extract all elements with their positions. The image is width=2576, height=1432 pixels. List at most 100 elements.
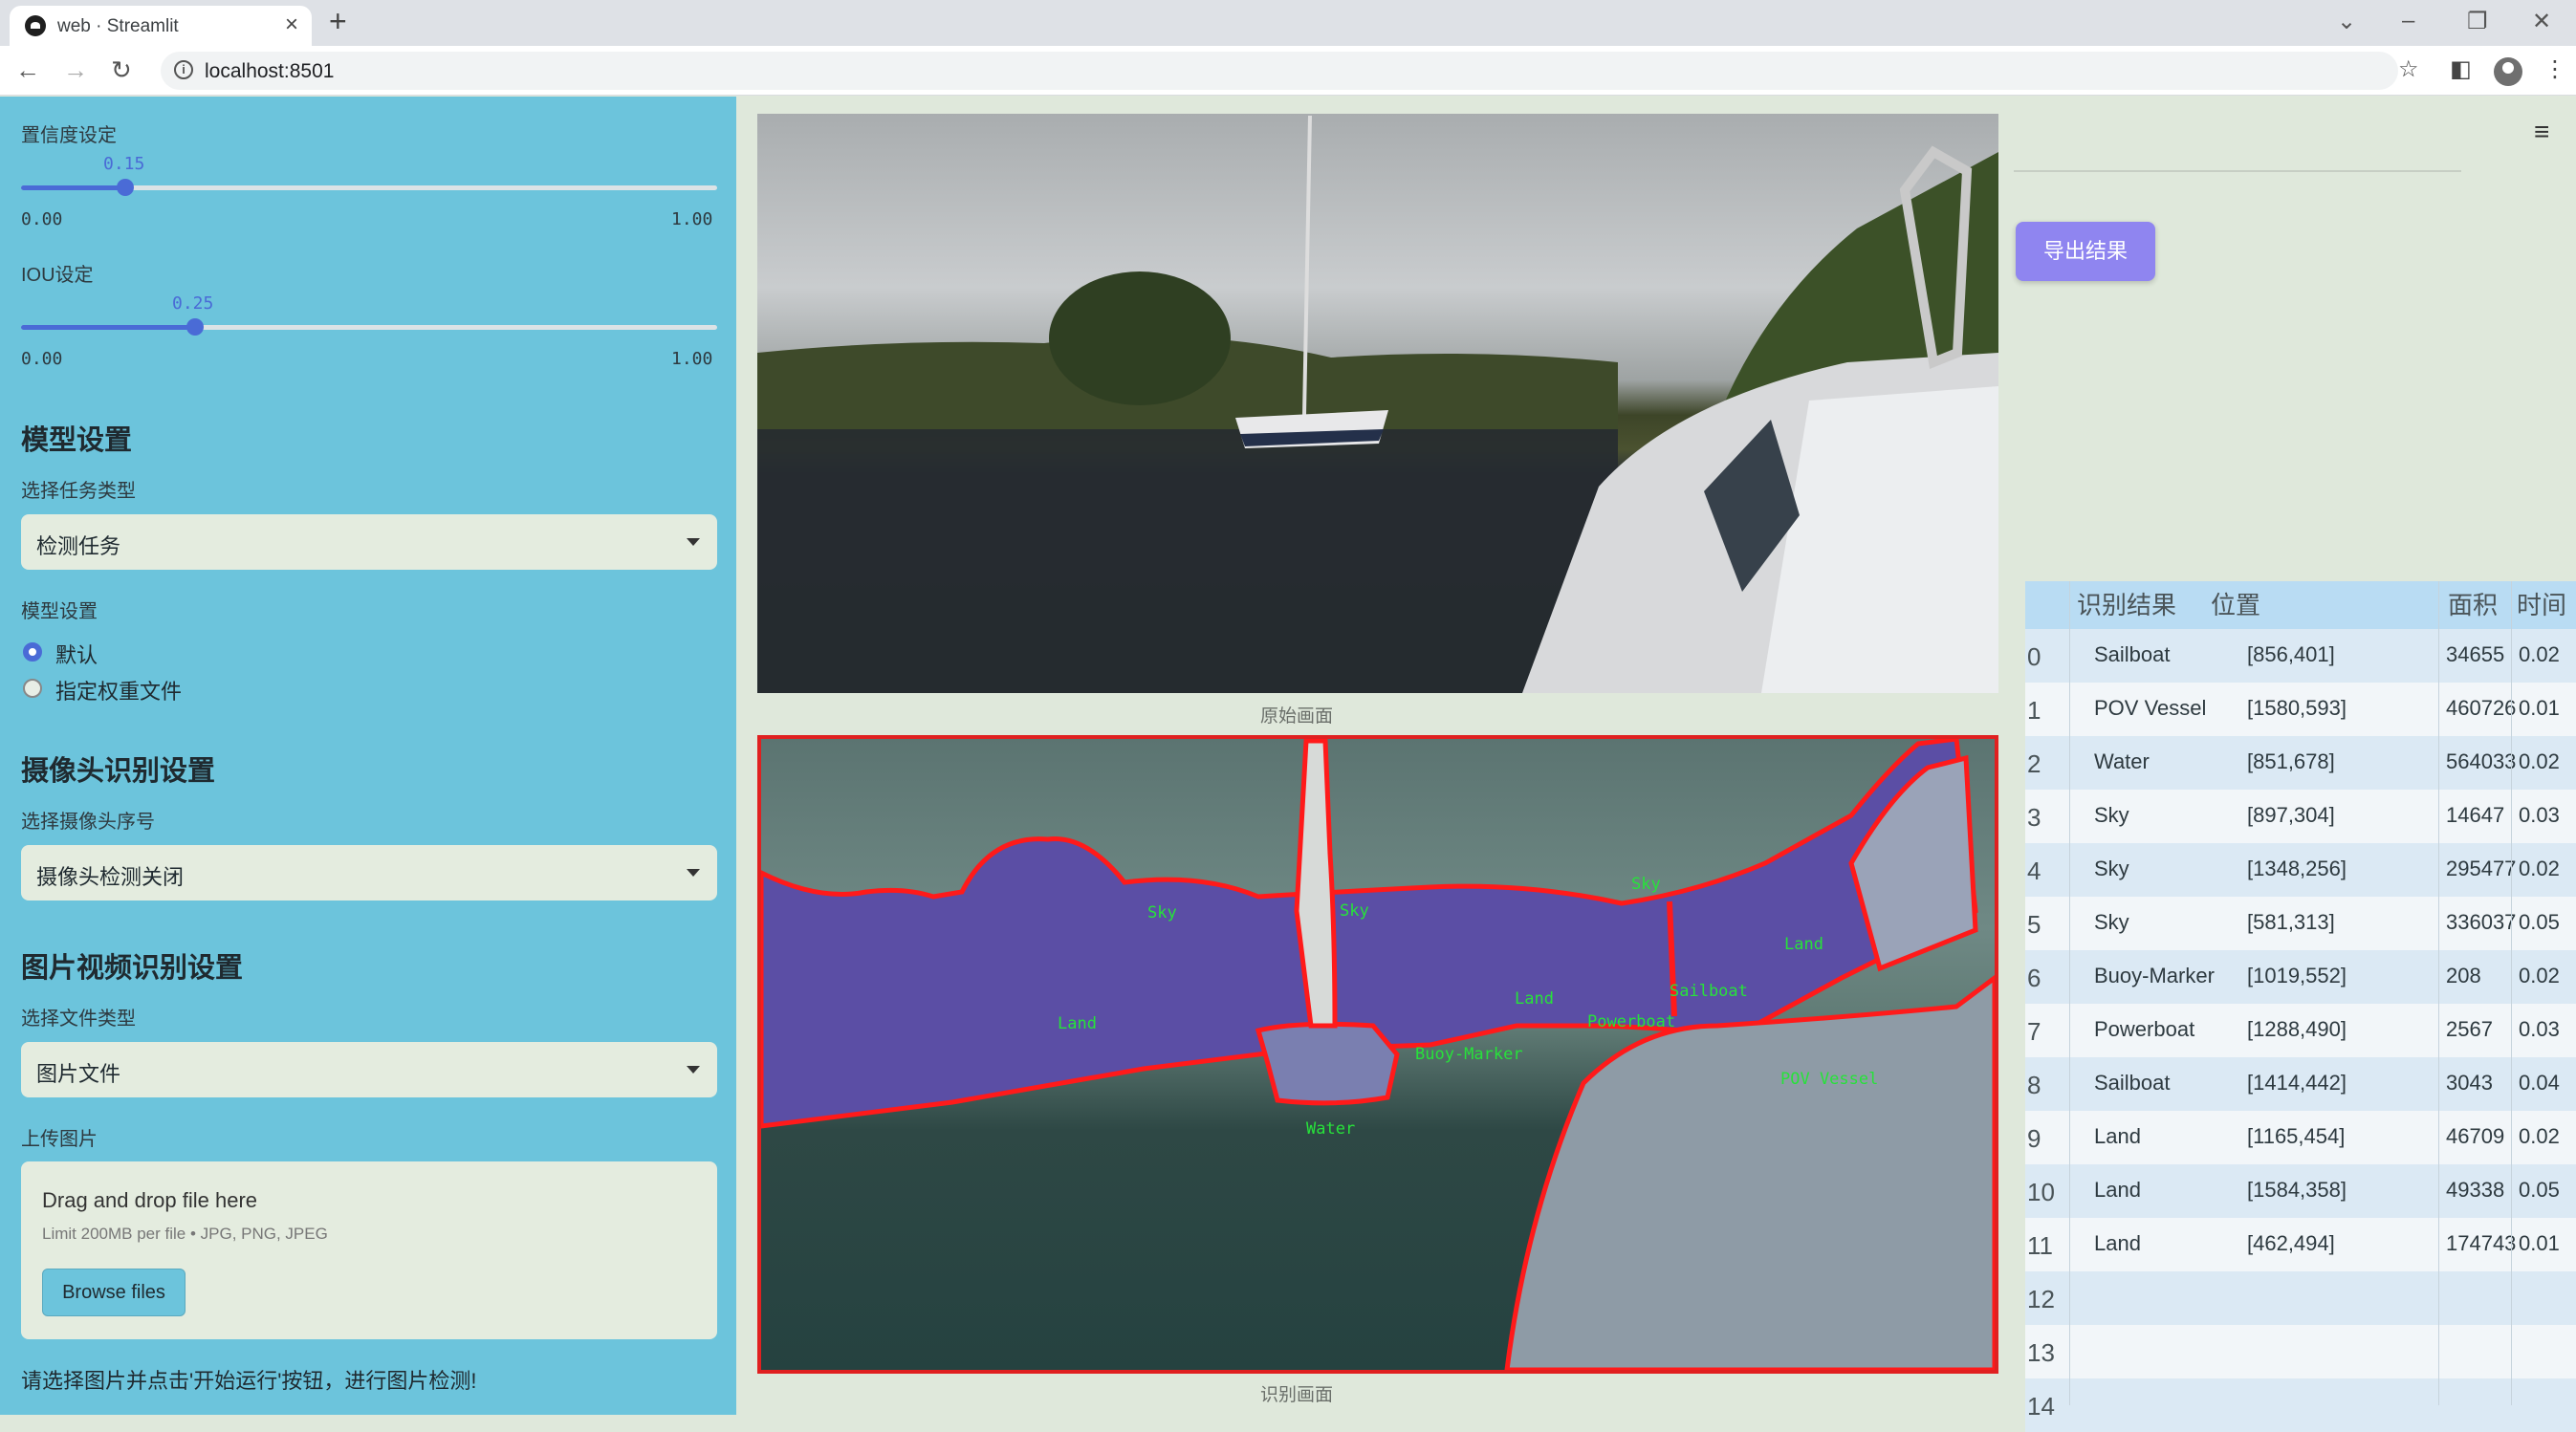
original-image — [757, 114, 1998, 693]
header-result[interactable]: 识别结果 — [2077, 581, 2176, 629]
camera-index-value: 摄像头检测关闭 — [36, 865, 185, 889]
restore-icon[interactable]: ❐ — [2467, 8, 2488, 35]
iou-value: 0.25 — [172, 293, 214, 314]
row-index: 9 — [2027, 1124, 2041, 1153]
radio-default-label: 默认 — [55, 643, 98, 667]
seg-label-land-2: Land — [1515, 989, 1554, 1009]
cell-area: 174743 — [2446, 1231, 2517, 1255]
cell-time: 0.02 — [2519, 1124, 2560, 1148]
url-field[interactable]: i localhost:8501 ☆ — [161, 52, 2419, 90]
seg-label-powerboat: Powerboat — [1587, 1012, 1676, 1031]
cell-result: Sailboat — [2094, 642, 2171, 666]
header-time[interactable]: 时间 — [2517, 581, 2566, 629]
camera-index-select[interactable]: 摄像头检测关闭 — [21, 845, 717, 900]
side-panel-icon[interactable]: ◧ — [2450, 55, 2472, 83]
hamburger-menu-icon[interactable]: ≡ — [2534, 117, 2549, 147]
camera-heading: 摄像头识别设置 — [21, 756, 216, 787]
detection-image: Sky Sky Sky Land Land Land Sailboat Powe… — [757, 735, 1998, 1374]
cell-result: Land — [2094, 1178, 2141, 1202]
table-row[interactable]: 2 Water [851,678] 564033 0.02 — [2025, 736, 2576, 790]
cell-position: [1414,442] — [2247, 1071, 2347, 1095]
table-row[interactable]: 11 Land [462,494] 174743 0.01 — [2025, 1218, 2576, 1271]
cell-result: Sailboat — [2094, 1071, 2171, 1095]
cell-result: POV Vessel — [2094, 696, 2207, 720]
table-row[interactable]: 10 Land [1584,358] 49338 0.05 — [2025, 1164, 2576, 1218]
iou-slider[interactable] — [21, 318, 717, 336]
tab-search-chevron-icon[interactable]: ⌄ — [2337, 8, 2356, 35]
cell-position: [1288,490] — [2247, 1017, 2347, 1041]
cell-time: 0.02 — [2519, 749, 2560, 773]
forward-icon[interactable]: → — [63, 55, 88, 85]
upload-label: 上传图片 — [21, 1129, 98, 1150]
task-type-value: 检测任务 — [36, 534, 121, 558]
table-row[interactable]: 14 — [2025, 1378, 2576, 1432]
minimize-icon[interactable]: – — [2402, 8, 2414, 34]
confidence-slider[interactable] — [21, 179, 717, 196]
browser-tab-bar: web · Streamlit × + ⌄ – ❐ ✕ — [0, 0, 2576, 46]
model-setting-label: 模型设置 — [21, 601, 98, 622]
row-index: 1 — [2027, 696, 2041, 725]
column-divider — [2069, 581, 2070, 1405]
row-index: 11 — [2027, 1231, 2053, 1260]
reload-icon[interactable]: ↻ — [111, 55, 132, 85]
radio-default[interactable] — [23, 642, 42, 662]
iou-min: 0.00 — [21, 349, 63, 369]
table-row[interactable]: 12 — [2025, 1271, 2576, 1325]
table-row[interactable]: 0 Sailboat [856,401] 34655 0.02 — [2025, 629, 2576, 683]
file-type-select[interactable]: 图片文件 — [21, 1042, 717, 1097]
browse-files-button[interactable]: Browse files — [42, 1269, 186, 1316]
cell-area: 295477 — [2446, 857, 2517, 880]
cell-position: [1348,256] — [2247, 857, 2347, 880]
table-row[interactable]: 13 — [2025, 1325, 2576, 1378]
profile-avatar-icon[interactable] — [2494, 57, 2522, 86]
cell-position: [856,401] — [2247, 642, 2335, 666]
export-results-button[interactable]: 导出结果 — [2016, 222, 2155, 281]
cell-result: Sky — [2094, 910, 2129, 934]
iou-slider-fill — [21, 325, 195, 330]
row-index: 4 — [2027, 857, 2041, 885]
tab-close-icon[interactable]: × — [285, 11, 298, 38]
table-row[interactable]: 6 Buoy-Marker [1019,552] 208 0.02 — [2025, 950, 2576, 1004]
iou-slider-thumb[interactable] — [186, 318, 204, 336]
table-row[interactable]: 8 Sailboat [1414,442] 3043 0.04 — [2025, 1057, 2576, 1111]
seg-label-buoy-marker: Buoy-Marker — [1415, 1045, 1523, 1064]
table-row[interactable]: 7 Powerboat [1288,490] 2567 0.03 — [2025, 1004, 2576, 1057]
back-icon[interactable]: ← — [15, 55, 40, 85]
dropzone-title: Drag and drop file here — [42, 1188, 258, 1212]
table-row[interactable]: 1 POV Vessel [1580,593] 460726 0.01 — [2025, 683, 2576, 736]
row-index: 12 — [2027, 1285, 2055, 1313]
browser-tab[interactable]: web · Streamlit × — [10, 6, 312, 46]
task-type-select[interactable]: 检测任务 — [21, 514, 717, 570]
tab-title: web · Streamlit — [57, 16, 179, 36]
header-position[interactable]: 位置 — [2211, 581, 2260, 629]
cell-position: [581,313] — [2247, 910, 2335, 934]
cell-area: 336037 — [2446, 910, 2517, 934]
file-dropzone[interactable]: Drag and drop file here Limit 200MB per … — [21, 1161, 717, 1339]
table-row[interactable]: 5 Sky [581,313] 336037 0.05 — [2025, 897, 2576, 950]
table-row[interactable]: 9 Land [1165,454] 46709 0.02 — [2025, 1111, 2576, 1164]
new-tab-icon[interactable]: + — [329, 4, 347, 39]
file-type-value: 图片文件 — [36, 1062, 121, 1086]
confidence-slider-thumb[interactable] — [117, 179, 135, 196]
header-area[interactable]: 面积 — [2448, 581, 2498, 629]
instruction-text: 请选择图片并点击'开始运行'按钮，进行图片检测! — [21, 1369, 477, 1393]
column-divider — [2511, 581, 2512, 1405]
cell-area: 564033 — [2446, 749, 2517, 773]
browser-menu-icon[interactable]: ⋮ — [2543, 55, 2566, 83]
seg-label-sky-1: Sky — [1147, 903, 1177, 922]
bookmark-star-icon[interactable]: ☆ — [2398, 55, 2419, 83]
radio-custom-weights[interactable] — [23, 679, 42, 698]
table-row[interactable]: 3 Sky [897,304] 14647 0.03 — [2025, 790, 2576, 843]
file-type-label: 选择文件类型 — [21, 1009, 136, 1030]
site-info-icon[interactable]: i — [174, 60, 193, 79]
dropzone-limit: Limit 200MB per file • JPG, PNG, JPEG — [42, 1225, 328, 1243]
window-close-icon[interactable]: ✕ — [2532, 8, 2551, 35]
cell-result: Sky — [2094, 857, 2129, 880]
row-index: 7 — [2027, 1017, 2041, 1046]
seg-label-land-1: Land — [1058, 1014, 1097, 1033]
cell-position: [1019,552] — [2247, 964, 2347, 987]
chevron-down-icon — [687, 869, 700, 877]
seg-label-sky-3: Sky — [1631, 875, 1661, 894]
table-row[interactable]: 4 Sky [1348,256] 295477 0.02 — [2025, 843, 2576, 897]
original-scene — [757, 115, 1998, 693]
